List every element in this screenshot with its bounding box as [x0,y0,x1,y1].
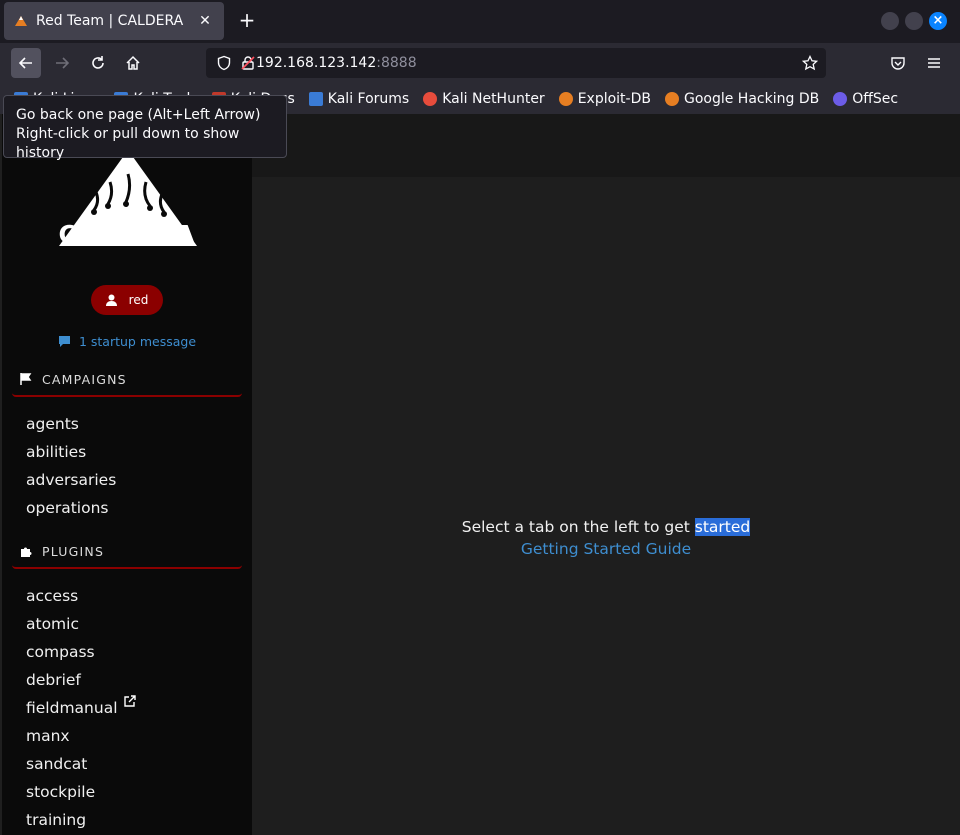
bookmark-exploit-db[interactable]: Exploit-DB [558,91,651,107]
url-port: :8888 [376,55,417,71]
plugins-menu: access atomic compass debrief fieldmanua… [26,582,136,834]
back-button[interactable] [11,48,41,78]
bookmark-kali-nethunter[interactable]: Kali NetHunter [423,91,545,107]
tab-title: Red Team | CALDERA [36,13,184,29]
kali-nethunter-icon [423,91,438,106]
caldera-logo-text: CALDERA [58,220,196,249]
getting-started-guide-link[interactable]: Getting Started Guide [252,540,960,558]
menu-item-adversaries[interactable]: adversaries [26,466,116,494]
browser-window: Red Team | CALDERA ✕ + × 192.168.123.142… [0,0,960,835]
home-button[interactable] [118,48,148,78]
caldera-favicon-icon [15,16,27,26]
campaigns-section-header: CAMPAIGNS [12,363,242,397]
welcome-message: Select a tab on the left to get started … [252,518,960,558]
reload-button[interactable] [83,48,113,78]
campaigns-menu: agents abilities adversaries operations [26,410,116,522]
menu-item-operations[interactable]: operations [26,494,116,522]
plugins-section-header: PLUGINS [12,535,242,569]
menu-item-debrief[interactable]: debrief [26,666,136,694]
select-tab-message: Select a tab on the left to get started [461,518,751,536]
google-hacking-db-icon [664,91,679,106]
new-tab-button[interactable]: + [236,9,258,31]
menu-item-stockpile[interactable]: stockpile [26,778,136,806]
pocket-icon [891,57,905,70]
pocket-button[interactable] [883,48,913,78]
hamburger-menu-icon [928,58,940,68]
menu-item-abilities[interactable]: abilities [26,438,116,466]
minimize-button[interactable] [881,12,899,30]
menu-item-sandcat[interactable]: sandcat [26,750,136,778]
arrow-right-icon [56,57,70,69]
menu-item-agents[interactable]: agents [26,410,116,438]
shield-icon[interactable] [216,55,232,71]
back-button-tooltip: Go back one page (Alt+Left Arrow) Right-… [3,95,287,161]
menu-item-access[interactable]: access [26,582,136,610]
nav-toolbar: 192.168.123.142:8888 [0,43,960,83]
home-icon [126,55,140,70]
flag-icon [20,373,32,385]
exploit-db-icon [558,91,573,106]
startup-message-link[interactable]: 1 startup message [2,334,252,349]
offsec-icon [833,91,848,106]
menu-item-training[interactable]: training [26,806,136,834]
reload-icon [92,56,104,69]
highlighted-text: started [694,518,751,536]
page-content: CALDERA red 1 startup message CAMPAIGNS … [0,114,960,835]
bookmark-offsec[interactable]: OffSec [833,91,898,107]
close-window-button[interactable]: × [929,12,947,30]
menu-item-fieldmanual[interactable]: fieldmanual [26,694,136,722]
tab-close-icon[interactable]: ✕ [196,13,214,29]
menu-item-atomic[interactable]: atomic [26,610,136,638]
sidebar: CALDERA red 1 startup message CAMPAIGNS … [2,114,252,835]
maximize-button[interactable] [905,12,923,30]
bookmark-google-hacking-db[interactable]: Google Hacking DB [664,91,819,107]
kali-forums-icon [308,91,323,106]
campaigns-title: CAMPAIGNS [42,371,127,387]
puzzle-piece-icon [21,547,32,557]
bookmark-kali-forums[interactable]: Kali Forums [308,91,409,107]
top-bar [252,114,960,177]
url-bar[interactable]: 192.168.123.142:8888 [206,48,826,78]
bookmark-star-icon[interactable] [802,55,818,71]
arrow-left-icon [18,57,32,69]
forward-button[interactable] [47,48,77,78]
menu-item-manx[interactable]: manx [26,722,136,750]
fieldmanual-label: fieldmanual [26,699,118,717]
app-menu-button[interactable] [919,48,949,78]
user-icon [105,294,117,306]
url-host: 192.168.123.142 [256,55,377,71]
tooltip-line-1: Go back one page (Alt+Left Arrow) [16,107,261,123]
main-content: Select a tab on the left to get started … [252,177,960,835]
user-badge-button[interactable]: red [91,285,163,315]
insecure-lock-icon[interactable] [240,55,256,71]
tab-active[interactable]: Red Team | CALDERA ✕ [4,2,224,40]
menu-item-compass[interactable]: compass [26,638,136,666]
external-link-icon [123,695,136,707]
tab-strip: Red Team | CALDERA ✕ + × [0,0,960,43]
plugins-title: PLUGINS [42,543,105,559]
tooltip-line-2: Right-click or pull down to show history [16,126,240,161]
comment-icon [58,336,70,347]
user-name: red [128,293,149,307]
